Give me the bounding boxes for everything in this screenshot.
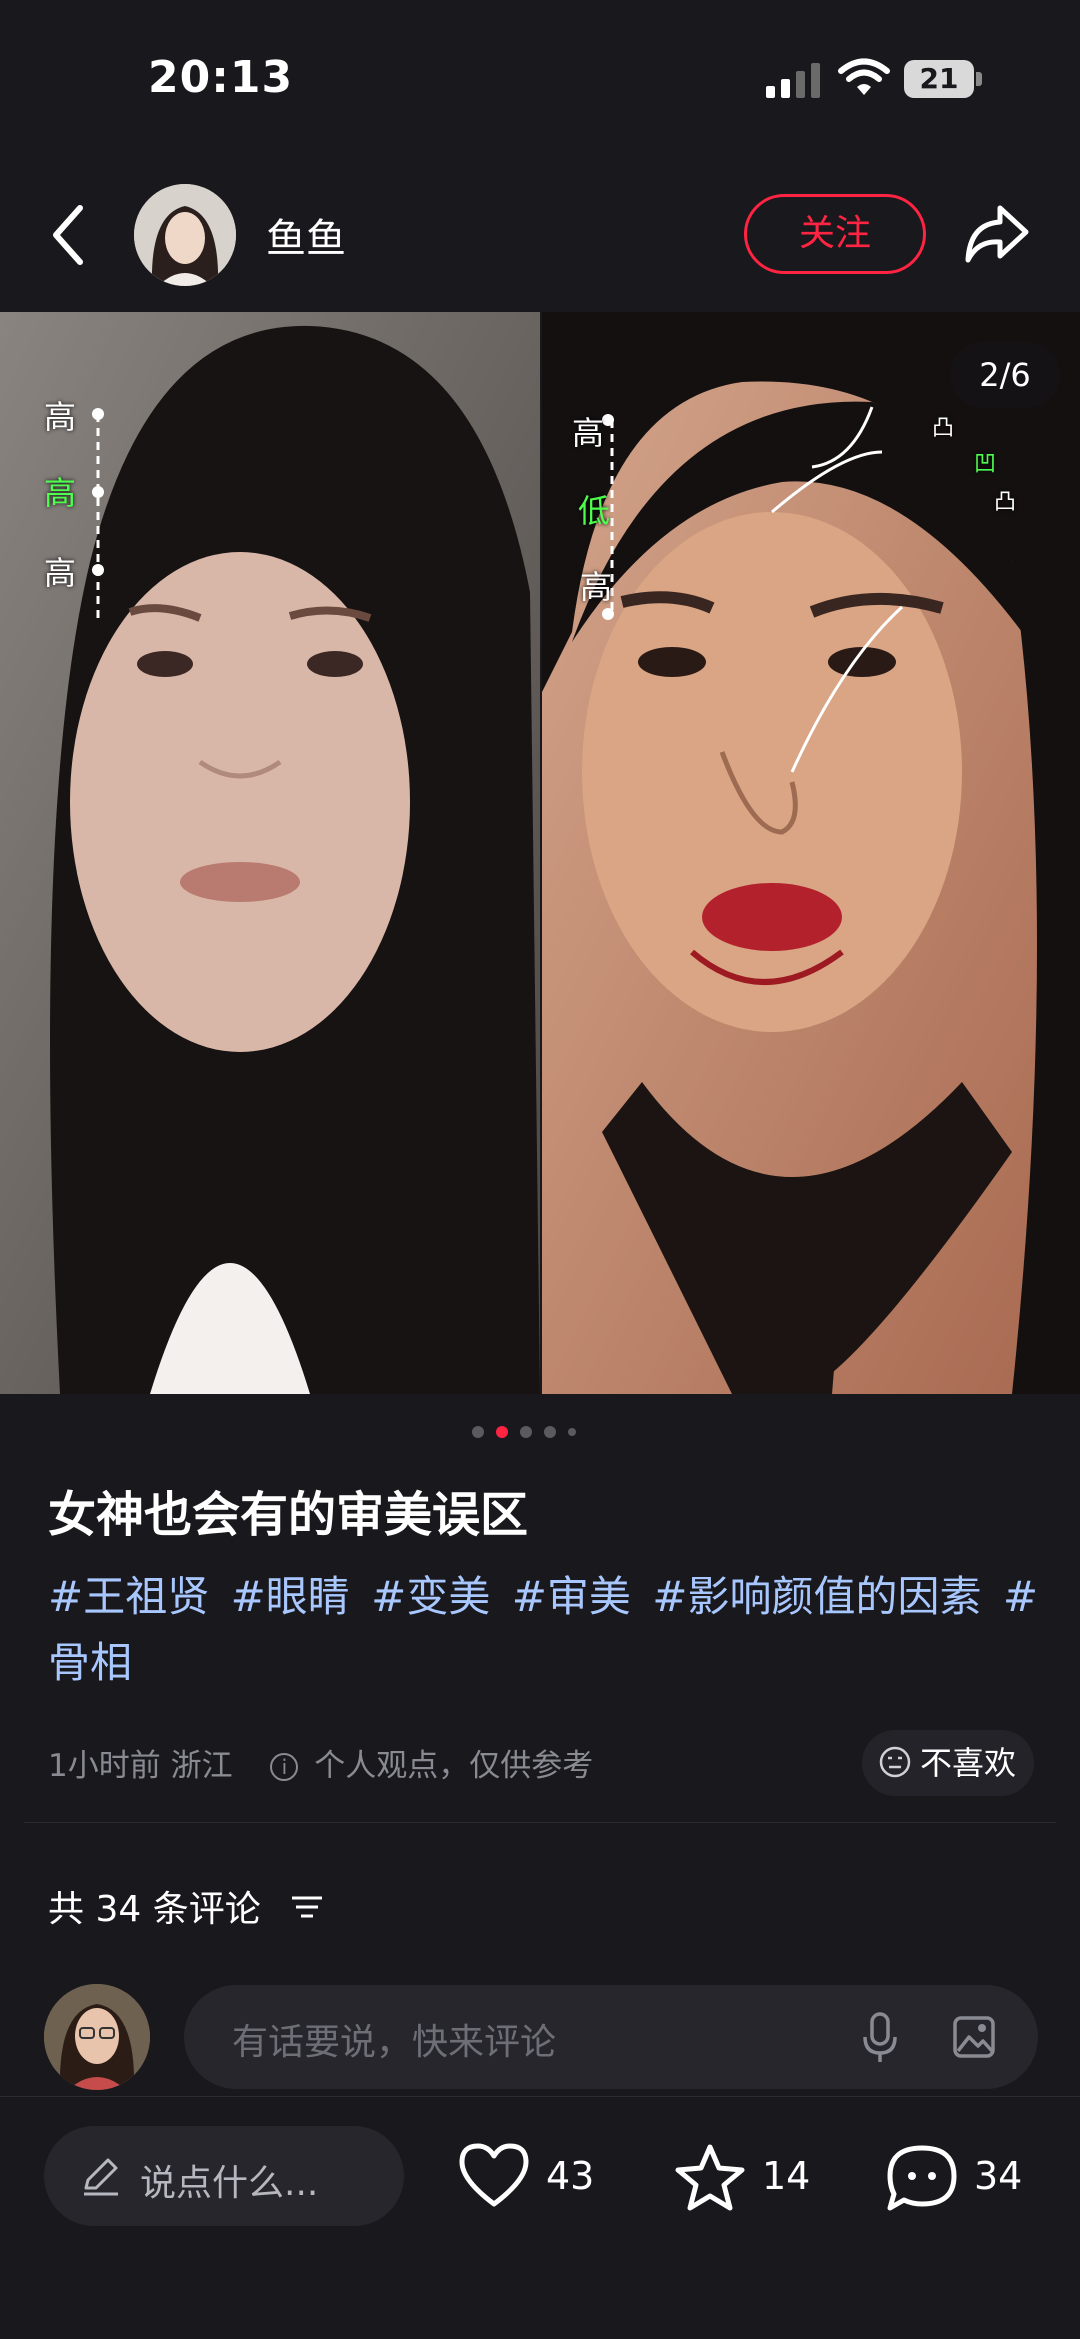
tag-link[interactable]: #影响颜值的因素	[652, 1572, 981, 1621]
divider	[0, 2096, 1080, 2097]
carousel-dot	[544, 1426, 556, 1438]
say-something-placeholder: 说点什么...	[140, 2163, 319, 2204]
battery-icon: 21	[904, 60, 982, 98]
comment-count: 34	[974, 2154, 1023, 2198]
favorite-button[interactable]: 14	[672, 2136, 812, 2216]
heart-icon	[459, 2143, 529, 2207]
comment-input-placeholder: 有话要说，快来评论	[232, 2022, 557, 2063]
star-icon	[675, 2144, 745, 2211]
like-button[interactable]: 43	[456, 2136, 606, 2216]
carousel-indicator	[470, 1422, 610, 1442]
post-header: 鱼鱼 关注	[0, 170, 1080, 300]
photo-left	[0, 312, 540, 1394]
curve-mark-upper: 凸	[932, 416, 955, 441]
microphone-icon[interactable]	[860, 2011, 900, 2065]
info-icon: i	[270, 1753, 299, 1781]
battery-level: 21	[904, 60, 974, 98]
left-mark-lower: 高	[44, 554, 77, 592]
post-meta: 1小时前 浙江 i 个人观点，仅供参考	[48, 1740, 593, 1785]
image-icon[interactable]	[952, 2015, 996, 2059]
divider	[24, 1822, 1056, 1823]
carousel-dot	[568, 1428, 576, 1436]
right-mark-middle: 低	[578, 492, 611, 530]
author-name[interactable]: 鱼鱼	[266, 206, 346, 264]
say-something-input[interactable]: 说点什么...	[44, 2126, 404, 2226]
share-icon[interactable]	[962, 200, 1032, 266]
comment-button[interactable]: 34	[884, 2136, 1034, 2216]
pencil-icon	[84, 2158, 118, 2196]
post-time-location: 1小时前 浙江	[48, 1748, 233, 1784]
post-notice: 个人观点，仅供参考	[314, 1748, 594, 1784]
left-mark-upper: 高	[44, 398, 77, 436]
carousel-dot	[520, 1426, 532, 1438]
follow-button[interactable]: 关注	[744, 194, 926, 274]
back-icon[interactable]	[44, 200, 94, 270]
cellular-signal-icon	[766, 63, 820, 98]
comments-count: 共 34 条评论	[48, 1889, 261, 1930]
wifi-icon	[838, 58, 890, 95]
curve-mark-lower: 凸	[994, 490, 1017, 515]
status-bar: 20:13 21	[0, 0, 1080, 150]
comment-input[interactable]: 有话要说，快来评论	[184, 1985, 1038, 2089]
carousel-dot	[472, 1426, 484, 1438]
like-count: 43	[546, 2154, 595, 2198]
photo-right	[542, 312, 1080, 1394]
curve-mark-middle: 凹	[974, 452, 997, 477]
favorite-count: 14	[762, 2154, 811, 2198]
dislike-button[interactable]: 不喜欢	[862, 1730, 1034, 1796]
tag-link[interactable]: #审美	[512, 1572, 631, 1621]
neutral-face-icon	[879, 1746, 911, 1778]
status-time: 20:13	[148, 52, 294, 103]
dislike-label: 不喜欢	[920, 1744, 1017, 1782]
tag-link[interactable]: #王祖贤	[48, 1572, 209, 1621]
post-title: 女神也会有的审美误区	[48, 1487, 529, 1543]
author-avatar[interactable]	[134, 184, 236, 286]
image-counter: 2/6	[950, 342, 1060, 408]
post-image-carousel[interactable]: 高 高 高 高 低 高 凸 凹 凸 2/6	[0, 312, 1080, 1394]
right-mark-lower: 高	[580, 568, 613, 606]
tag-link[interactable]: #眼睛	[231, 1572, 350, 1621]
tag-link[interactable]: #变美	[371, 1572, 490, 1621]
left-mark-middle: 高	[44, 474, 77, 512]
carousel-dot-active	[496, 1426, 508, 1438]
right-mark-upper: 高	[572, 414, 605, 452]
sort-icon[interactable]	[290, 1894, 324, 1920]
post-tags: #王祖贤 #眼睛 #变美 #审美 #影响颜值的因素 #骨相	[48, 1564, 1038, 1696]
comment-bubble-icon	[887, 2145, 957, 2211]
current-user-avatar	[44, 1984, 150, 2090]
